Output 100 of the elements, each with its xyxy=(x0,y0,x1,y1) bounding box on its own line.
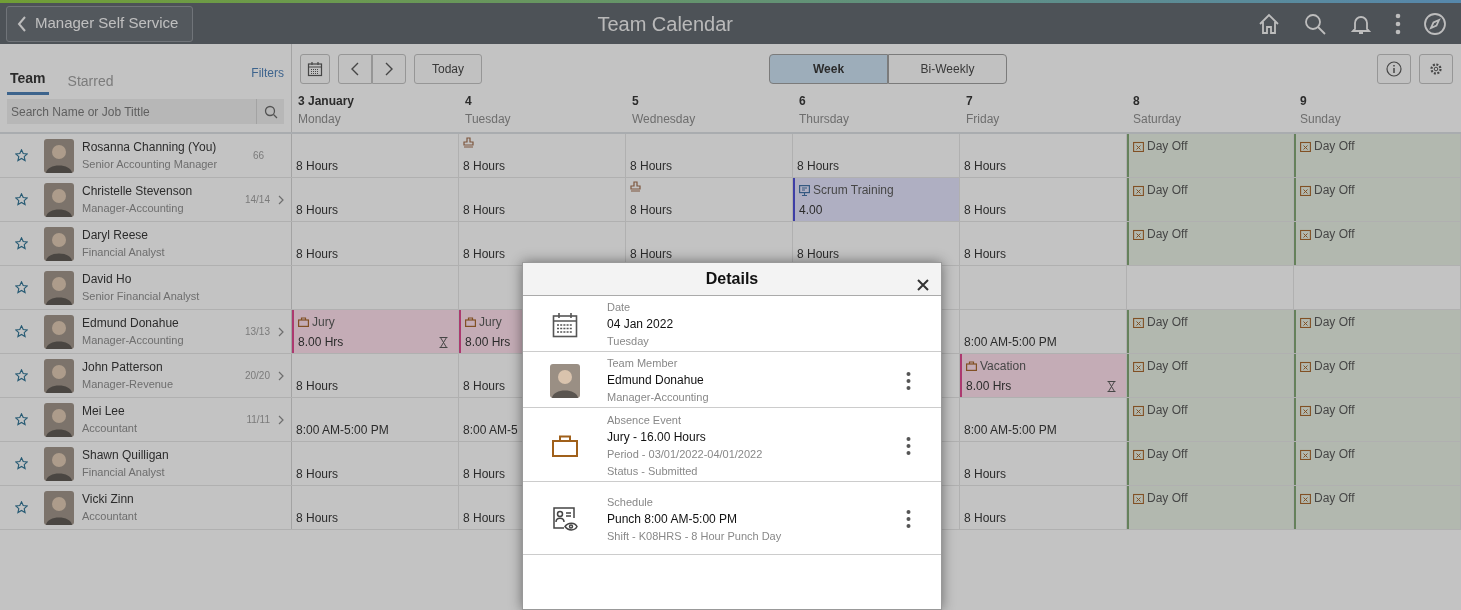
expand-button[interactable] xyxy=(278,326,284,337)
day-date: 3 January xyxy=(298,93,356,110)
home-icon[interactable] xyxy=(1257,11,1281,36)
day-off-cell[interactable]: Day Off xyxy=(1127,442,1294,485)
page-title: Team Calendar xyxy=(596,11,734,37)
settings-button[interactable] xyxy=(1419,54,1453,84)
hours-text: 8 Hours xyxy=(964,467,1007,481)
day-off-cell[interactable]: Day Off xyxy=(1294,354,1461,397)
hours-text: 8 Hours xyxy=(463,379,506,393)
view-tab[interactable]: Bi-Weekly xyxy=(888,54,1007,84)
job-title: Manager-Revenue xyxy=(82,377,175,393)
day-off-cell[interactable]: Day Off xyxy=(1294,222,1461,265)
day-off-label: Day Off xyxy=(1314,226,1355,243)
day-off-cell[interactable]: Day Off xyxy=(1294,398,1461,441)
search-icon xyxy=(263,104,278,119)
info-button[interactable] xyxy=(1377,54,1411,84)
schedule-cell[interactable]: 8 Hours xyxy=(292,178,459,221)
star-button[interactable] xyxy=(15,457,28,470)
star-button[interactable] xyxy=(15,193,28,206)
day-off-cell[interactable]: Day Off xyxy=(1127,398,1294,441)
day-off-cell[interactable]: Day Off xyxy=(1294,486,1461,529)
more-icon[interactable] xyxy=(1395,11,1401,36)
view-tab[interactable]: Week xyxy=(769,54,888,84)
search-field[interactable]: Search Name or Job Tittle xyxy=(7,99,256,124)
expand-button[interactable] xyxy=(278,194,284,205)
search-button[interactable] xyxy=(256,99,284,124)
day-off-cell[interactable]: Day Off xyxy=(1127,354,1294,397)
day-weekday: Thursday xyxy=(799,111,851,128)
more-icon xyxy=(906,370,911,391)
section-detail: Period - 03/01/2022-04/01/2022 xyxy=(607,446,764,462)
tab[interactable]: Team xyxy=(7,66,49,95)
filters-link[interactable]: Filters xyxy=(251,64,284,82)
day-off-label: Day Off xyxy=(1147,446,1188,463)
schedule-cell[interactable]: 8 Hours xyxy=(292,354,459,397)
day-off-label: Day Off xyxy=(1147,226,1188,243)
schedule-cell[interactable]: 8 Hours xyxy=(459,178,626,221)
star-button[interactable] xyxy=(15,325,28,338)
schedule-cell[interactable]: 8 Hours xyxy=(292,486,459,529)
employee-name: David Ho xyxy=(82,271,133,289)
training-event[interactable]: Scrum Training 4.00 xyxy=(793,178,960,221)
avatar xyxy=(44,314,74,349)
schedule-view-icon xyxy=(552,506,578,532)
expand-button[interactable] xyxy=(278,370,284,381)
day-off-label: Day Off xyxy=(1314,138,1355,155)
avatar xyxy=(44,358,74,393)
hours-text: 8 Hours xyxy=(964,203,1007,217)
day-date: 6 xyxy=(799,93,807,110)
hours-text: 8 Hours xyxy=(630,203,673,217)
search-icon[interactable] xyxy=(1303,11,1327,36)
day-off-icon xyxy=(1300,404,1311,416)
star-button[interactable] xyxy=(15,501,28,514)
hours-text: 8 Hours xyxy=(630,159,673,173)
absence-event[interactable]: Jury 8.00 Hrs xyxy=(292,310,459,353)
day-off-label: Day Off xyxy=(1314,490,1355,507)
job-title: Senior Accounting Manager xyxy=(82,157,219,173)
chevron-right-icon xyxy=(278,414,284,425)
day-off-label: Day Off xyxy=(1147,402,1188,419)
employee-name: John Patterson xyxy=(82,359,164,377)
back-button[interactable]: Manager Self Service xyxy=(6,5,194,42)
star-button[interactable] xyxy=(15,369,28,382)
day-off-icon xyxy=(1133,184,1144,196)
schedule-cell[interactable]: 8 Hours xyxy=(292,222,459,265)
calendar-button[interactable] xyxy=(300,54,330,84)
day-off-cell[interactable]: Day Off xyxy=(1127,310,1294,353)
absence-event[interactable]: Vacation 8.00 Hrs xyxy=(960,354,1127,397)
schedule-cell[interactable]: 8:00 AM-5:00 PM xyxy=(292,398,459,441)
star-button[interactable] xyxy=(15,237,28,250)
star-button[interactable] xyxy=(15,149,28,162)
briefcase-icon xyxy=(465,317,476,327)
day-off-cell[interactable]: Day Off xyxy=(1127,178,1294,221)
day-off-cell[interactable]: Day Off xyxy=(1127,222,1294,265)
today-button[interactable]: Today xyxy=(414,54,482,84)
avatar xyxy=(44,490,74,525)
star-button[interactable] xyxy=(15,413,28,426)
day-off-cell[interactable]: Day Off xyxy=(1294,134,1461,177)
day-off-cell[interactable]: Day Off xyxy=(1294,178,1461,221)
schedule-cell[interactable]: 8 Hours xyxy=(459,134,626,177)
schedule-cell[interactable]: 8 Hours xyxy=(292,442,459,485)
day-off-cell[interactable]: Day Off xyxy=(1294,442,1461,485)
star-button[interactable] xyxy=(15,281,28,294)
day-off-cell[interactable]: Day Off xyxy=(1294,310,1461,353)
hours-text: 8.00 Hrs xyxy=(465,334,511,351)
day-off-cell[interactable]: Day Off xyxy=(1127,486,1294,529)
hours-text: 4.00 xyxy=(799,203,823,217)
day-off-icon xyxy=(1133,404,1144,416)
hours-text: 8 Hours xyxy=(463,247,506,261)
day-off-icon xyxy=(1300,448,1311,460)
day-off-label: Day Off xyxy=(1314,446,1355,463)
section-value: Jury - 16.00 Hours xyxy=(607,428,707,446)
count-label: 11/11 xyxy=(246,413,270,427)
expand-button[interactable] xyxy=(278,414,284,425)
schedule-cell[interactable]: 8 Hours xyxy=(793,134,960,177)
schedule-cell[interactable]: 8 Hours xyxy=(292,134,459,177)
avatar xyxy=(550,363,580,398)
day-off-cell[interactable]: Day Off xyxy=(1127,134,1294,177)
chevron-right-icon xyxy=(278,326,284,337)
compass-icon[interactable] xyxy=(1423,11,1447,36)
avatar xyxy=(44,446,74,481)
hours-text: 8 Hours xyxy=(296,203,339,217)
schedule-cell[interactable]: 8 Hours xyxy=(626,134,793,177)
